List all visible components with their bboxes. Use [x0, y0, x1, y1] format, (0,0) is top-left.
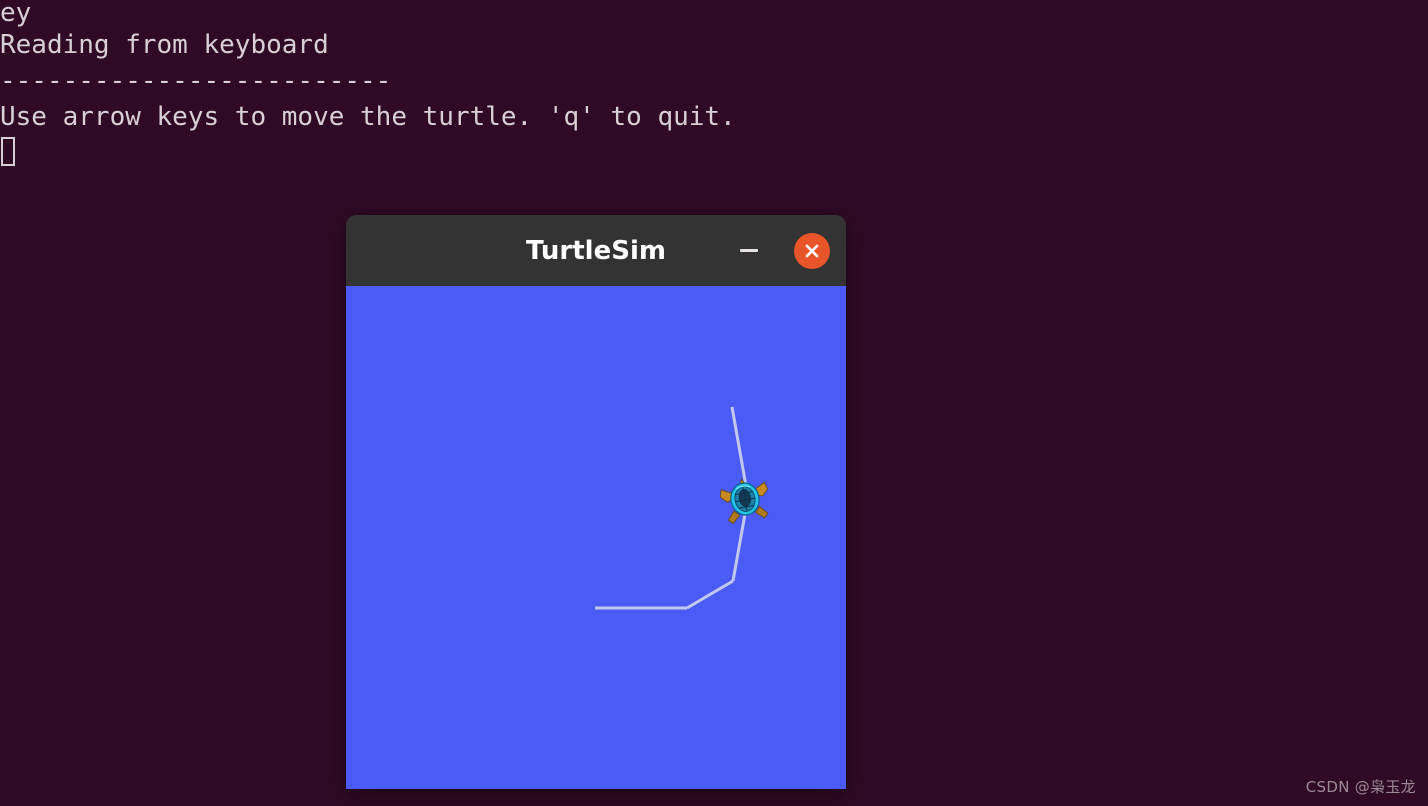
minimize-button[interactable] — [732, 234, 766, 268]
terminal-instruction-line: Use arrow keys to move the turtle. 'q' t… — [0, 102, 736, 132]
minimize-icon — [740, 249, 758, 252]
terminal-cursor — [1, 137, 15, 166]
window-title: TurtleSim — [526, 235, 666, 266]
turtle-sprite[interactable] — [346, 286, 846, 789]
window-titlebar[interactable]: TurtleSim — [346, 215, 846, 286]
terminal-separator-line: ------------------------- — [0, 66, 392, 96]
close-icon — [805, 244, 819, 257]
turtlesim-window[interactable]: TurtleSim — [346, 215, 846, 789]
terminal-line-1: Reading from keyboard — [0, 30, 329, 60]
close-button[interactable] — [794, 232, 830, 269]
turtlesim-canvas[interactable] — [346, 286, 846, 789]
csdn-watermark: CSDN @枭玉龙 — [1305, 778, 1416, 796]
